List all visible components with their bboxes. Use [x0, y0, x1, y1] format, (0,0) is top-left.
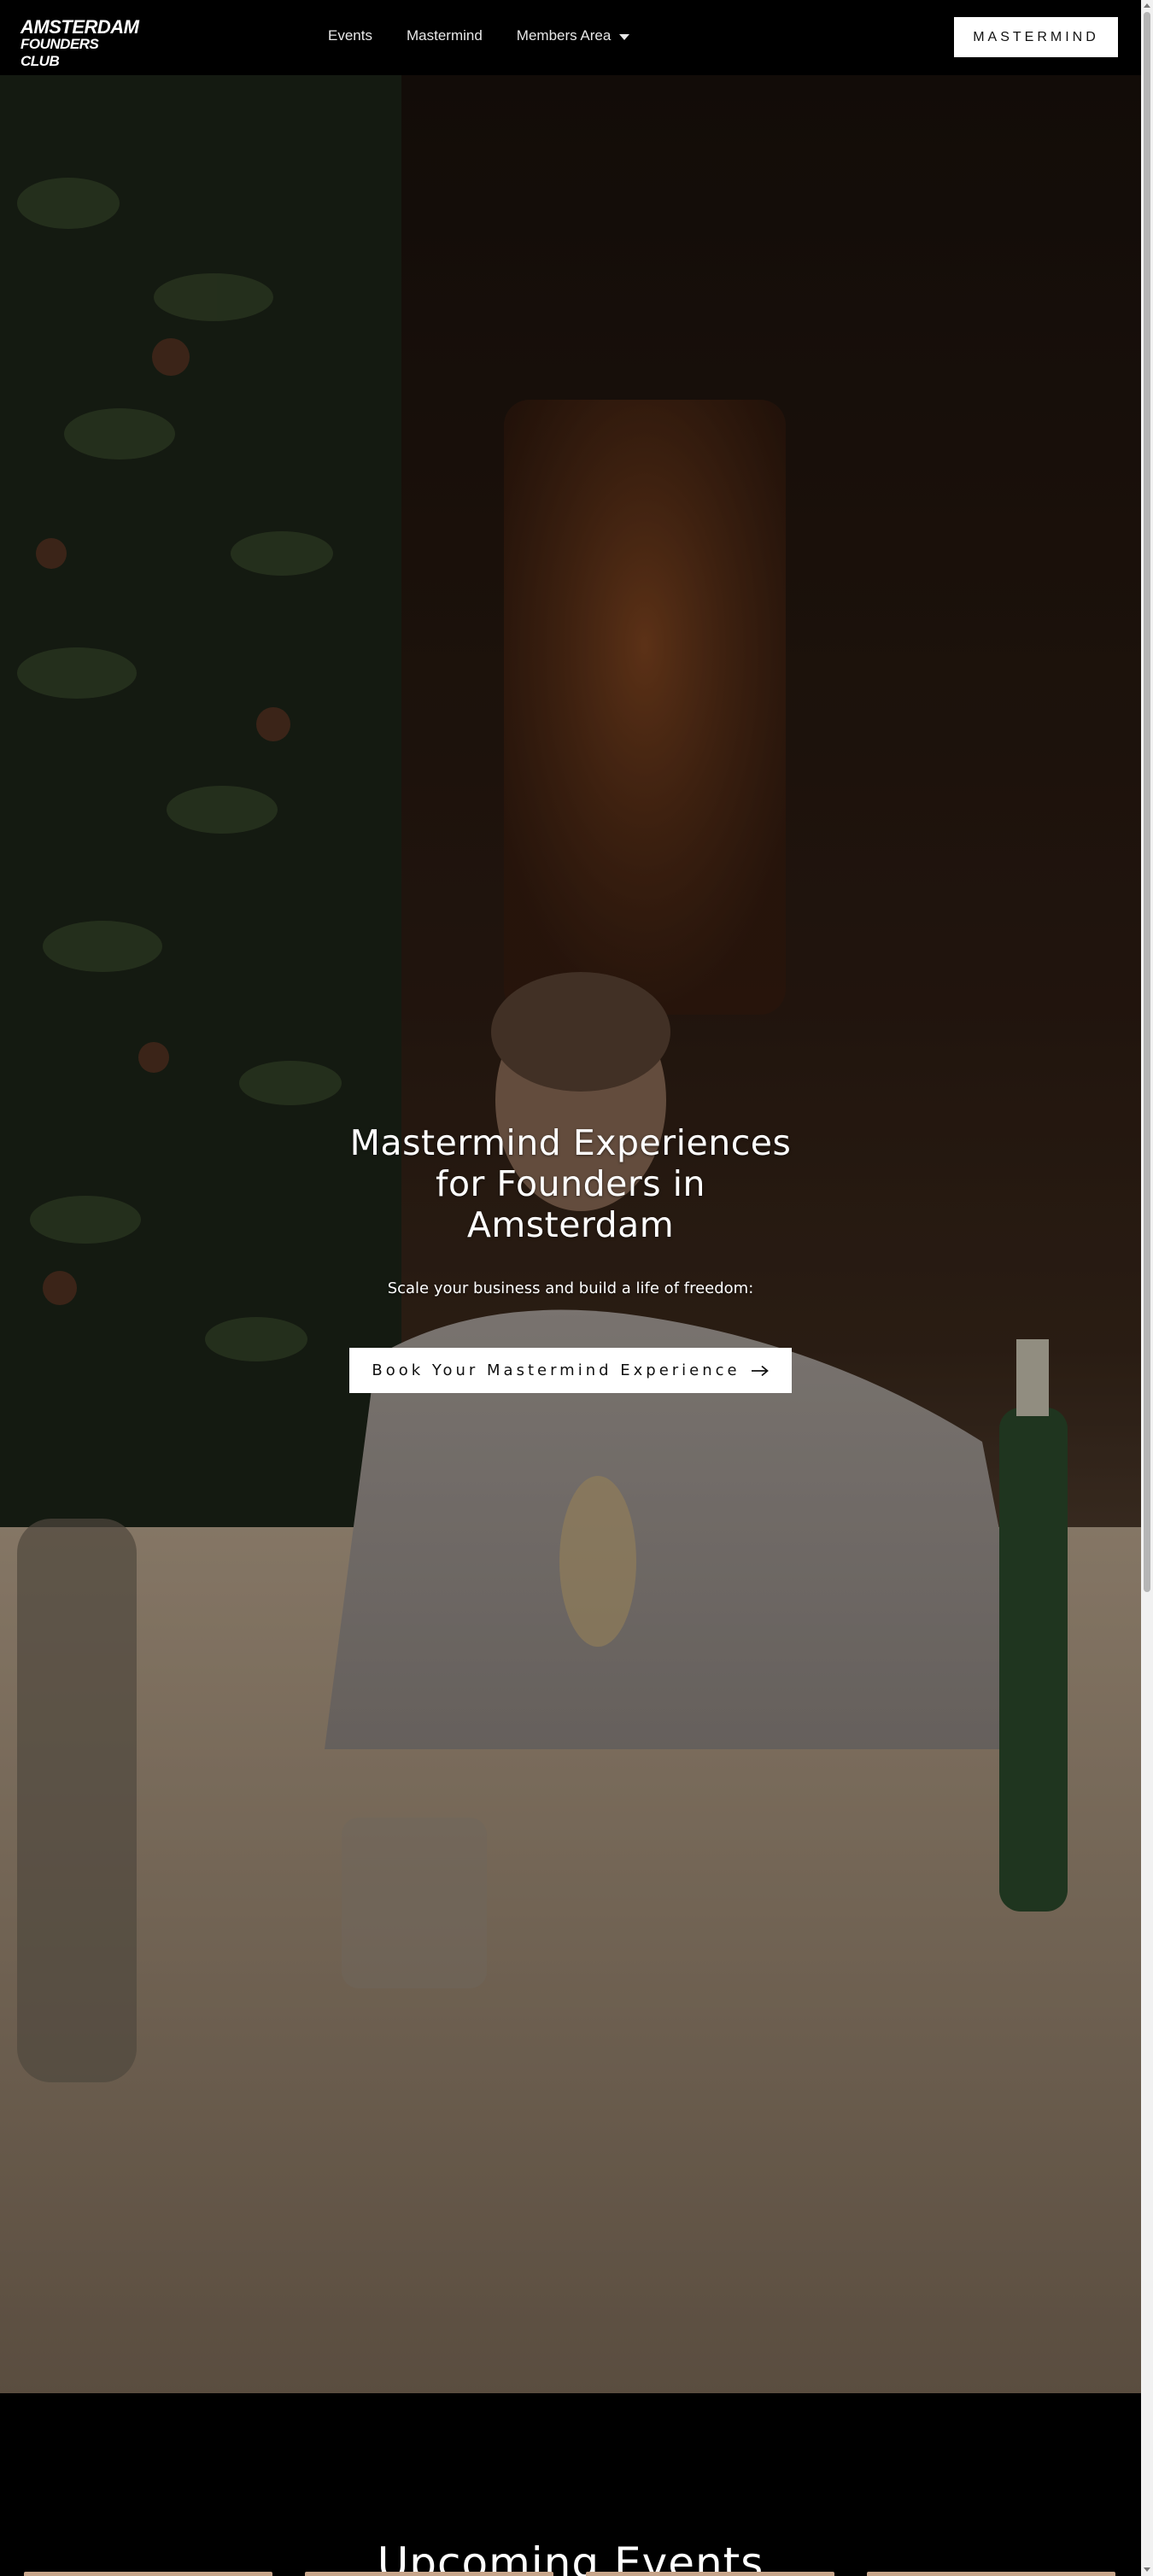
nav-item-label: Mastermind: [406, 27, 483, 44]
page: AMSTERDAM FOUNDERS CLUB Events Mastermin…: [0, 0, 1141, 2576]
scrollbar-thumb[interactable]: [1144, 12, 1150, 1592]
hero-subtitle: Scale your business and build a life of …: [387, 1279, 754, 1297]
nav-item-members-area[interactable]: Members Area: [517, 27, 630, 44]
scroll-down-icon[interactable]: [1144, 2567, 1150, 2572]
upcoming-events-title: Upcoming Events: [377, 2538, 764, 2576]
site-header: AMSTERDAM FOUNDERS CLUB Events Mastermin…: [0, 0, 1141, 75]
scrollbar[interactable]: [1141, 0, 1153, 2576]
book-mastermind-button[interactable]: Book Your Mastermind Experience: [349, 1348, 792, 1393]
chevron-down-icon: [619, 33, 630, 40]
nav-item-mastermind[interactable]: Mastermind: [407, 27, 483, 44]
book-mastermind-label: Book Your Mastermind Experience: [372, 1361, 740, 1379]
upcoming-events-section: Upcoming Events: [0, 2393, 1141, 2576]
event-card[interactable]: [24, 2572, 272, 2576]
scroll-up-icon[interactable]: [1144, 3, 1150, 8]
logo-line-1: AMSTERDAM: [20, 16, 139, 38]
nav-item-label: Members Area: [516, 27, 612, 44]
hero-content: Mastermind Experiences for Founders in A…: [0, 1122, 1141, 1393]
site-logo[interactable]: AMSTERDAM FOUNDERS CLUB: [20, 16, 139, 70]
nav-item-label: Events: [328, 27, 372, 44]
nav-item-events[interactable]: Events: [328, 27, 372, 44]
event-card[interactable]: [305, 2572, 553, 2576]
hero-title: Mastermind Experiences for Founders in A…: [349, 1122, 792, 1245]
hero-section: Mastermind Experiences for Founders in A…: [0, 75, 1141, 2393]
event-card[interactable]: [867, 2572, 1115, 2576]
mastermind-button[interactable]: MASTERMIND: [954, 17, 1118, 57]
arrow-right-icon: [751, 1365, 769, 1376]
logo-line-2: FOUNDERS CLUB: [20, 36, 99, 69]
main-nav: Events Mastermind Members Area: [328, 27, 630, 44]
event-card[interactable]: [586, 2572, 834, 2576]
